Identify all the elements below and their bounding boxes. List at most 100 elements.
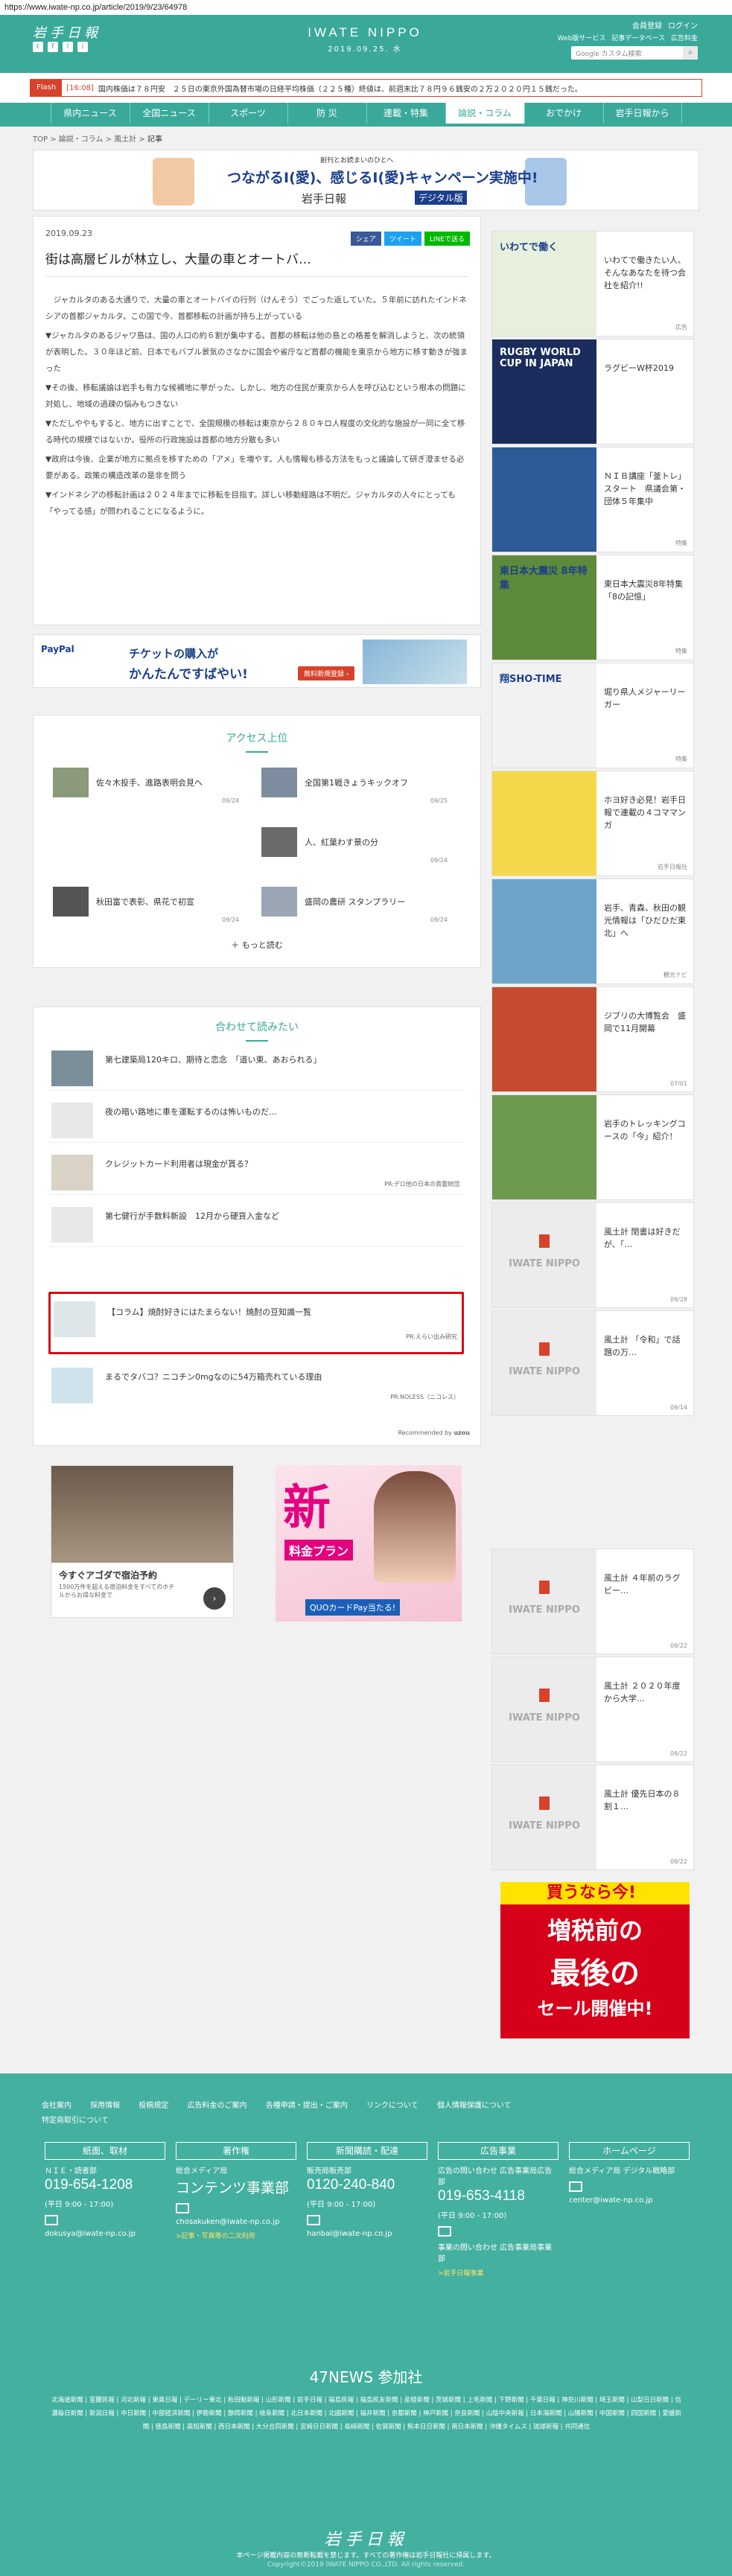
ad-rates-link[interactable]: 広告料金 — [671, 33, 698, 42]
sidebar-item[interactable]: RUGBY WORLD CUP IN JAPAN ラグビーW杯2019 — [491, 339, 694, 444]
footer-column-heading[interactable]: ホームページ — [569, 2142, 690, 2160]
footer-column-tel[interactable]: 019-653-4118 — [438, 2188, 558, 2204]
nav-series[interactable]: 連載・特集 — [366, 103, 445, 124]
sidebar-item-title: 風土計 閉書は好きだが、「… — [604, 1227, 681, 1249]
recommended-by[interactable]: Recommended by uzou — [398, 1429, 470, 1436]
login-link[interactable]: ログイン — [668, 19, 698, 31]
sidebar-item[interactable]: 岩手のトレッキングコースの「今」紹介！ — [491, 1094, 694, 1200]
footer-column-heading[interactable]: 著作権 — [176, 2142, 296, 2160]
sidebar-item[interactable]: IWATE NIPPO 風土計 ４年前のラグビー… 09/22 — [491, 1549, 694, 1654]
flash-text[interactable]: 国内株価は７８円安 ２５日の東京外国為替市場の日経平均株価（２２５種）終値は、前… — [98, 83, 582, 94]
instagram-icon[interactable]: i — [77, 42, 88, 52]
related-item[interactable]: 第七健行が手数料新設 12月から硬貨入金など — [48, 1202, 464, 1247]
footer-column-heading[interactable]: 紙面、取材 — [45, 2142, 165, 2160]
search-input[interactable]: Google カスタム検索 — [571, 48, 683, 58]
related-item[interactable]: 夜の暗い路地に車を運転するのは怖いものだ… — [48, 1098, 464, 1143]
mobile-plan-ad[interactable]: 新 料金プラン QUOカードPay当たる! — [276, 1465, 462, 1622]
sidebar-item[interactable]: ＮＩＢ講座「釜トレ」スタート 県議会第・団体５年集中 特集 — [491, 447, 694, 552]
paypal-register-button[interactable]: 無料新規登録 › — [298, 666, 355, 680]
agoda-ad[interactable]: 今すぐアゴダで宿泊予約 1500万件を超える宿泊料金をすべてのホテルからお得な料… — [51, 1465, 234, 1618]
mail-icon[interactable] — [45, 2215, 58, 2225]
chevron-right-icon[interactable]: › — [203, 1587, 226, 1610]
47news-list[interactable]: 北海道新聞 | 室蘭民報 | 河北新報 | 東奥日報 | デーリー東北 | 秋田… — [51, 2394, 682, 2434]
more-link[interactable]: ＋ もっと読む — [34, 939, 480, 951]
paypal-ad[interactable]: PayPal チケットの購入が かんたんですばやい! 無料新規登録 › — [33, 634, 481, 688]
nav-national-news[interactable]: 全国ニュース — [129, 103, 209, 124]
nav-disaster[interactable]: 防 災 — [287, 103, 366, 124]
sidebar-item[interactable]: 東日本大震災 8年特集 東日本大震災8年特集「8の記憶」 特集 — [491, 555, 694, 660]
facebook-share-button[interactable]: シェア — [350, 232, 381, 246]
footer-column-mail[interactable]: hanbai@iwate-np.co.jp — [307, 2230, 427, 2238]
line-share-button[interactable]: LINEで送る — [424, 232, 470, 246]
related-item[interactable]: まるでタバコ？ニコチン0mgなのに54万箱売れている理由 PR:NOLESS（ニコ… — [48, 1363, 464, 1408]
access-item[interactable]: 全国第1戦きょうキックオフ 09/25 — [261, 768, 448, 804]
footer-column-tel[interactable]: 019-654-1208 — [45, 2177, 165, 2193]
footer-link[interactable]: 採用情報 — [90, 2102, 120, 2110]
brand[interactable]: IWATE NIPPO 2019.09.25. 水 — [294, 25, 436, 54]
access-item[interactable]: 佐々木投手、進路表明会見へ 09/24 — [53, 768, 239, 804]
sale-ad[interactable]: 買うなら今! 増税前の 最後の セール開催中! — [500, 1882, 690, 2038]
member-register-link[interactable]: 会員登録 — [632, 19, 662, 31]
footer-link[interactable]: 投稿規定 — [139, 2102, 168, 2110]
footer-link[interactable]: 特定商取引について — [42, 2117, 109, 2125]
footer-column-heading[interactable]: 新聞購読・配達 — [307, 2142, 427, 2160]
access-item[interactable]: 人、紅葉わす景の分 09/24 — [261, 827, 448, 864]
related-item[interactable]: 第七建築局120キロ、期待と恋念 「道い東、あおられる」 — [48, 1046, 464, 1091]
sidebar-item[interactable]: 翔SHO-TIME 堀り県人メジャーリーガー 特集 — [491, 663, 694, 768]
footer-link[interactable]: 個人情報保護について — [437, 2102, 512, 2110]
database-link[interactable]: 記事データベース — [611, 33, 665, 42]
footer-column-mail[interactable]: 事業の問い合わせ 広告事業局事業部 — [438, 2241, 558, 2263]
footer-column-mail[interactable]: chosakuken@iwate-np.co.jp — [176, 2218, 296, 2226]
footer-link[interactable]: 各種申請・提出・ご案内 — [266, 2102, 348, 2110]
access-item[interactable]: 盛岡の農研 スタンプラリー 09/24 — [261, 887, 448, 923]
mail-icon[interactable] — [569, 2181, 582, 2192]
sidebar-item[interactable]: IWATE NIPPO 風土計 「令和」で話題の万… 09/14 — [491, 1310, 694, 1416]
campaign-banner[interactable]: 創刊とお読まいのひとへ つながるI(愛)、感じるI(愛)キャンペーン実施中! 岩… — [33, 150, 699, 211]
sidebar-item[interactable]: ホヨ好き必見！岩手日報で連載の４コママンガ 岩手日報社 — [491, 771, 694, 876]
related-item-highlighted[interactable]: 【コラム】焼酎好きにはたまらない！焼酎の豆知識一覧 PR:えらい出み研究 — [48, 1292, 464, 1354]
tweet-button[interactable]: ツイート — [383, 232, 421, 246]
sidebar-item[interactable]: 岩手、青森、秋田の観光情報は「ひだひだ東北」へ 観光ナビ — [491, 879, 694, 984]
footer-logo[interactable]: 岩手日報 — [0, 2526, 732, 2550]
footer-column-heading[interactable]: 広告事業 — [438, 2142, 558, 2160]
twitter-icon[interactable]: t — [33, 42, 43, 52]
ad-blue-text: QUOカードPay当たる! — [305, 1599, 401, 1616]
footer-column-link[interactable]: >記事・写真等の二次利用 — [176, 2231, 296, 2240]
web-service-link[interactable]: Web版サービス — [558, 33, 606, 42]
thumbnail — [51, 1207, 93, 1243]
nav-outing[interactable]: おでかけ — [523, 103, 603, 124]
mail-icon[interactable] — [438, 2226, 451, 2237]
breadcrumb-column[interactable]: 論説・コラム — [59, 136, 104, 144]
footer-column-tel[interactable]: 0120-240-840 — [307, 2177, 427, 2193]
footer-link[interactable]: 広告料金のご案内 — [188, 2102, 247, 2110]
search-box[interactable]: Google カスタム検索 ⌕ — [571, 46, 698, 60]
nav-sports[interactable]: スポーツ — [208, 103, 287, 124]
breadcrumb-fudoki[interactable]: 風土計 — [114, 136, 136, 144]
sidebar-item[interactable]: ジブリの大博覧会 盛岡で11月開幕 07/01 — [491, 986, 694, 1092]
address-bar[interactable]: https://www.iwate-np.co.jp/article/2019/… — [0, 0, 732, 15]
thumbnail: IWATE NIPPO — [492, 1311, 596, 1415]
search-icon[interactable]: ⌕ — [683, 46, 698, 60]
sidebar-item[interactable]: IWATE NIPPO 風土計 優先日本の８割１… 09/22 — [491, 1764, 694, 1870]
footer-column-tel[interactable]: コンテンツ事業部 — [176, 2177, 296, 2197]
sidebar-item[interactable]: IWATE NIPPO 風土計 ２０２０年度から大学… 09/22 — [491, 1657, 694, 1762]
facebook-icon[interactable]: f — [48, 42, 58, 52]
breadcrumb-top[interactable]: TOP — [33, 136, 48, 144]
site-logo[interactable]: 岩手日報 — [33, 22, 101, 42]
related-item[interactable]: クレジットカード利用者は現金が貰る？ PR:デロ他の日本の貴重財団 — [48, 1150, 464, 1195]
footer-column-link[interactable]: >岩手日報事業 — [438, 2268, 558, 2277]
sidebar-item[interactable]: いわてで働く いわてで働きたい人、そんなあなたを待つ会社を紹介!! 広告 — [491, 231, 694, 337]
nav-local-news[interactable]: 県内ニュース — [50, 103, 130, 124]
access-item[interactable]: 秋田富で表彰、県花で初宣 09/24 — [53, 887, 239, 923]
nav-from-nippo[interactable]: 岩手日報から — [602, 103, 682, 124]
nav-column[interactable]: 論説・コラム — [445, 103, 524, 124]
mail-icon[interactable] — [307, 2215, 320, 2225]
sidebar-item[interactable]: IWATE NIPPO 風土計 閉書は好きだが、「… 09/28 — [491, 1202, 694, 1308]
footer-link[interactable]: 会社案内 — [42, 2102, 71, 2110]
footer-column-mail[interactable]: dokusya@iwate-np.co.jp — [45, 2230, 165, 2238]
line-icon[interactable]: l — [63, 42, 73, 52]
footer-link[interactable]: リンクについて — [366, 2102, 418, 2110]
footer-column-mail[interactable]: center@iwate-np.co.jp — [569, 2196, 690, 2204]
mail-icon[interactable] — [176, 2203, 189, 2213]
flash-news[interactable]: Flash [16:08] 国内株価は７８円安 ２５日の東京外国為替市場の日経平… — [30, 79, 702, 97]
